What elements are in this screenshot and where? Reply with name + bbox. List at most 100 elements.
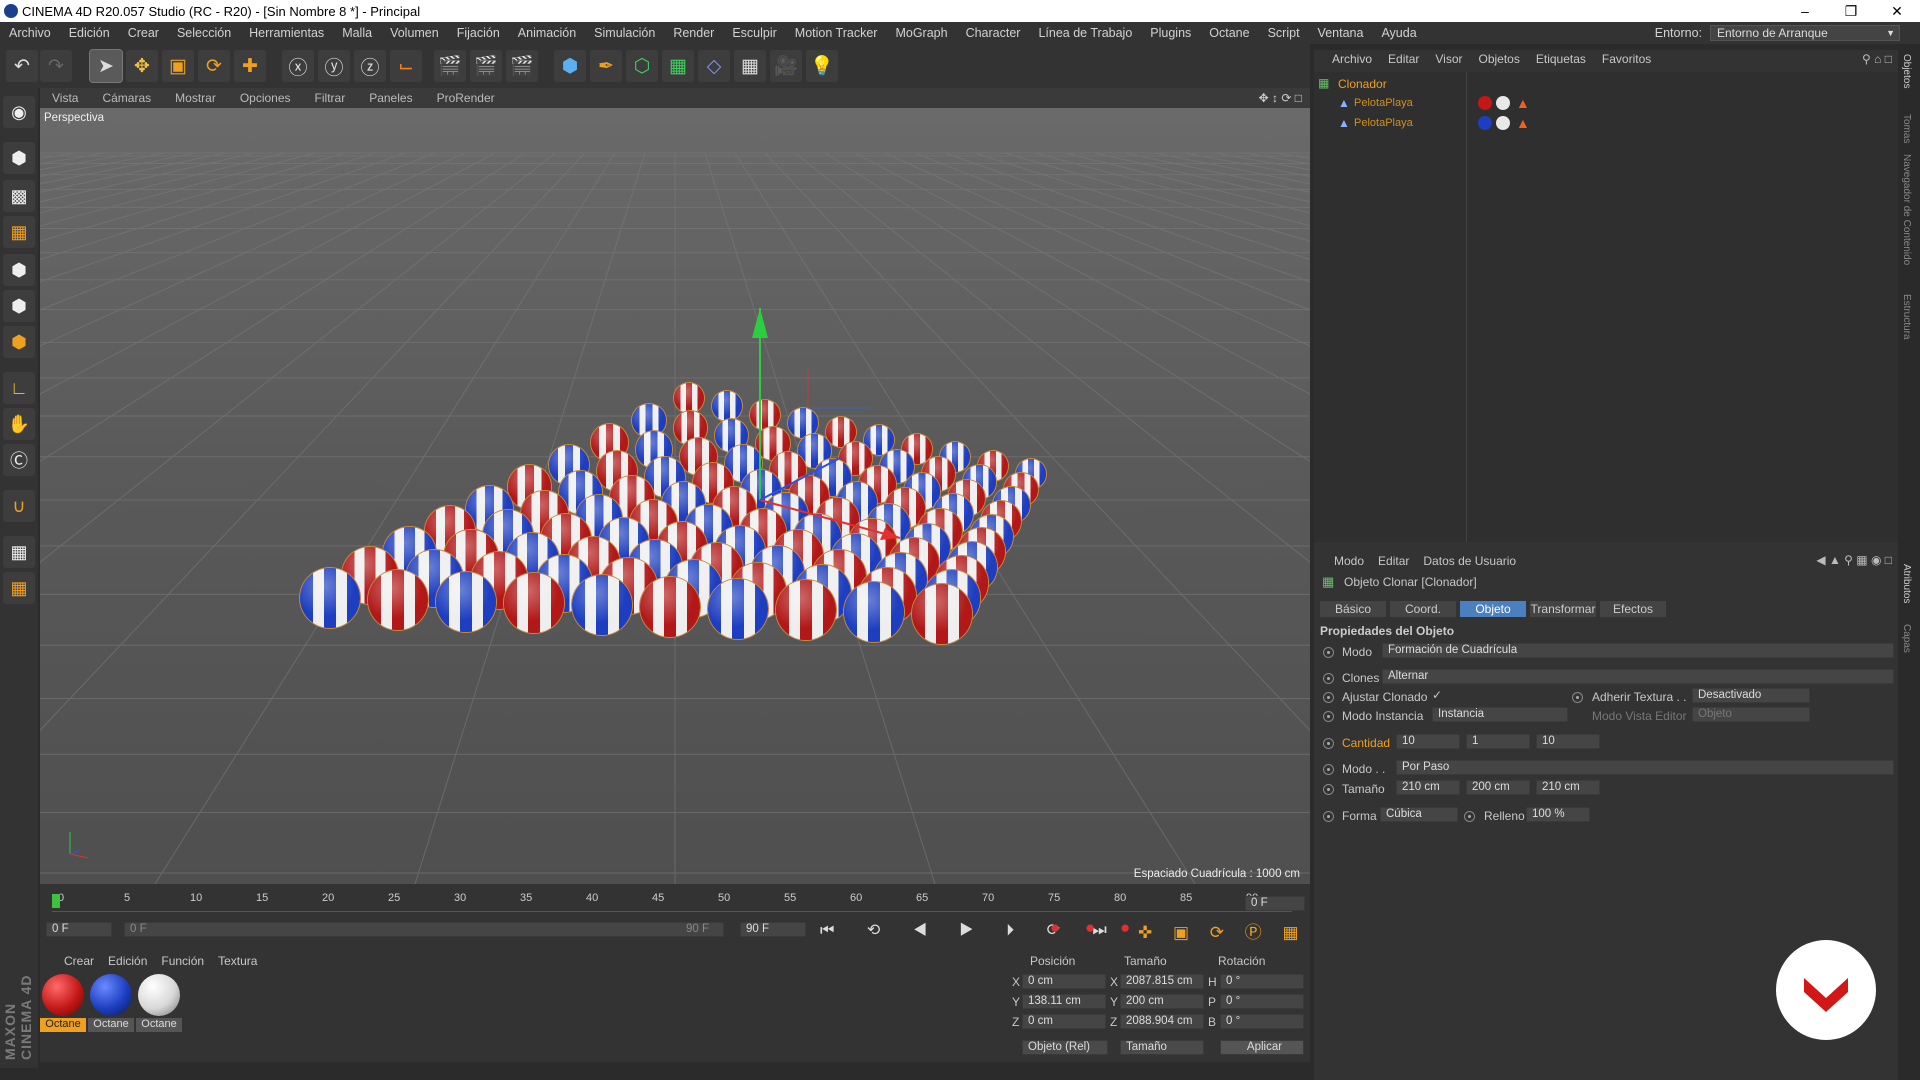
grid-snap-icon[interactable]: ▦ [3, 572, 35, 604]
tamano-z-field[interactable]: 210 cm [1536, 780, 1600, 795]
obj-menu-etiquetas[interactable]: Etiquetas [1536, 52, 1586, 66]
mat-menu-crear[interactable]: Crear [64, 954, 94, 968]
tab-coord[interactable]: Coord. [1390, 601, 1456, 617]
menu-volumen[interactable]: Volumen [381, 26, 448, 40]
redo-icon[interactable]: ↷ [40, 50, 72, 82]
position-y-field[interactable]: 138.11 cm [1022, 994, 1106, 1009]
cantidad-y-field[interactable]: 1 [1466, 734, 1530, 749]
tweak-mode-icon[interactable]: ✋ [3, 408, 35, 440]
subdivision-icon[interactable]: ⬡ [626, 50, 658, 82]
side-tab-navegador[interactable]: Navegador de Contenido [1901, 154, 1912, 265]
move-gizmo[interactable] [40, 108, 1310, 884]
scale-icon[interactable]: ▣ [162, 50, 194, 82]
menu-animacion[interactable]: Animación [509, 26, 585, 40]
floor-icon[interactable]: ▦ [734, 50, 766, 82]
size-x-field[interactable]: 2087.815 cm [1120, 974, 1204, 989]
select-arrow-icon[interactable]: ➤ [89, 49, 123, 83]
menu-simulacion[interactable]: Simulación [585, 26, 664, 40]
make-editable-icon[interactable]: ◉ [3, 96, 35, 128]
rotation-p-field[interactable]: 0 ° [1220, 994, 1304, 1009]
apply-button[interactable]: Aplicar [1220, 1040, 1304, 1055]
texture-mode-icon[interactable]: ▩ [3, 180, 35, 212]
relleno-field[interactable]: 100 % [1526, 807, 1590, 822]
minimize-icon[interactable]: – [1782, 0, 1828, 22]
move-icon[interactable]: ✥ [126, 50, 158, 82]
cube-icon[interactable]: ⬢ [554, 50, 586, 82]
modo-paso-select[interactable]: Por Paso [1396, 760, 1894, 775]
clones-select[interactable]: Alternar [1382, 669, 1894, 684]
light-icon[interactable]: 💡 [806, 50, 838, 82]
menu-archivo[interactable]: Archivo [0, 26, 60, 40]
viewport-menu-opciones[interactable]: Opciones [228, 91, 303, 105]
octane-tag-icon[interactable]: ▲ [1516, 115, 1530, 131]
instancia-select[interactable]: Instancia [1432, 707, 1568, 722]
menu-esculpir[interactable]: Esculpir [723, 26, 785, 40]
viewport-menu-paneles[interactable]: Paneles [357, 91, 424, 105]
tab-transformar[interactable]: Transformar [1530, 601, 1596, 617]
tree-row-pelota-2[interactable]: ▲ PelotaPlaya ▲ [1338, 115, 1818, 132]
y-axis-lock-icon[interactable]: ⓨ [318, 50, 350, 82]
mat-menu-textura[interactable]: Textura [218, 954, 257, 968]
deformer-icon[interactable]: ◇ [698, 50, 730, 82]
position-z-field[interactable]: 0 cm [1022, 1014, 1106, 1029]
adherir-select[interactable]: Desactivado [1692, 688, 1810, 703]
animate-radio-icon[interactable] [1323, 764, 1334, 775]
side-tab-estructura[interactable]: Estructura [1901, 294, 1912, 340]
undo-icon[interactable]: ↶ [6, 50, 38, 82]
viewport-menu-mostrar[interactable]: Mostrar [163, 91, 228, 105]
record-keyframe-icons[interactable]: ● ● ● [1050, 918, 1140, 938]
snap-icon[interactable]: Ⓒ [3, 444, 35, 476]
tamano-x-field[interactable]: 210 cm [1396, 780, 1460, 795]
menu-octane[interactable]: Octane [1200, 26, 1258, 40]
coord-size-mode-select[interactable]: Tamaño [1120, 1040, 1204, 1055]
mat-menu-edicion[interactable]: Edición [108, 954, 147, 968]
rotation-h-field[interactable]: 0 ° [1220, 974, 1304, 989]
3d-viewport[interactable]: Perspectiva Espaciado Cuadrícula : 1000 … [40, 108, 1310, 884]
viewport-menu-vista[interactable]: Vista [40, 91, 90, 105]
mat-menu-funcion[interactable]: Función [161, 954, 204, 968]
obj-menu-editar[interactable]: Editar [1388, 52, 1419, 66]
render-settings-icon[interactable]: 🎬 [506, 50, 538, 82]
pen-spline-icon[interactable]: ✒ [590, 50, 622, 82]
key-tracks-icons[interactable]: ✜ ▣ ⟳ Ⓟ ▦ [1138, 918, 1307, 943]
animate-radio-icon[interactable] [1464, 811, 1475, 822]
end-frame-field[interactable]: 0 F [1245, 896, 1305, 911]
side-tab-tomas[interactable]: Tomas [1901, 114, 1912, 143]
menu-plugins[interactable]: Plugins [1141, 26, 1200, 40]
menu-linea-trabajo[interactable]: Línea de Trabajo [1029, 26, 1141, 40]
menu-mograph[interactable]: MoGraph [886, 26, 956, 40]
points-mode-icon[interactable]: ⬢ [3, 254, 35, 286]
menu-crear[interactable]: Crear [119, 26, 168, 40]
octane-tag-icon[interactable]: ▲ [1516, 95, 1530, 111]
viewport-nav-icons[interactable]: ✥ ↕ ⟳ □ [1259, 91, 1302, 105]
menu-render[interactable]: Render [664, 26, 723, 40]
restore-icon[interactable]: ❐ [1828, 0, 1874, 22]
polygons-mode-icon[interactable]: ⬢ [3, 326, 35, 358]
magnet-icon[interactable]: ∪ [3, 490, 35, 522]
coord-mode-select[interactable]: Objeto (Rel) [1022, 1040, 1108, 1055]
workplane-icon[interactable]: ▦ [3, 216, 35, 248]
material-tag-icon[interactable] [1496, 116, 1510, 130]
cloner-icon[interactable]: ▦ [662, 50, 694, 82]
obj-menu-favoritos[interactable]: Favoritos [1602, 52, 1651, 66]
obj-menu-visor[interactable]: Visor [1435, 52, 1462, 66]
menu-ayuda[interactable]: Ayuda [1372, 26, 1425, 40]
attr-menu-editar[interactable]: Editar [1378, 554, 1409, 568]
tamano-y-field[interactable]: 200 cm [1466, 780, 1530, 795]
range-slider[interactable]: 0 F 90 F [124, 922, 724, 937]
move-plus-icon[interactable]: ✚ [234, 50, 266, 82]
viewport-menu-prorender[interactable]: ProRender [425, 91, 507, 105]
menu-script[interactable]: Script [1259, 26, 1309, 40]
obj-menu-objetos[interactable]: Objetos [1479, 52, 1520, 66]
size-z-field[interactable]: 2088.904 cm [1120, 1014, 1204, 1029]
attr-menu-datos[interactable]: Datos de Usuario [1423, 554, 1516, 568]
ajustar-checkbox[interactable]: ✓ [1432, 688, 1442, 702]
menu-herramientas[interactable]: Herramientas [240, 26, 333, 40]
viewport-menu-filtrar[interactable]: Filtrar [303, 91, 358, 105]
position-x-field[interactable]: 0 cm [1022, 974, 1106, 989]
environment-select[interactable]: Entorno de Arranque ▼ [1710, 25, 1900, 41]
side-tab-objetos[interactable]: Objetos [1901, 54, 1912, 88]
model-mode-icon[interactable]: ⬢ [3, 142, 35, 174]
axis-mode-icon[interactable]: ∟ [3, 372, 35, 404]
attr-menu-modo[interactable]: Modo [1334, 554, 1364, 568]
